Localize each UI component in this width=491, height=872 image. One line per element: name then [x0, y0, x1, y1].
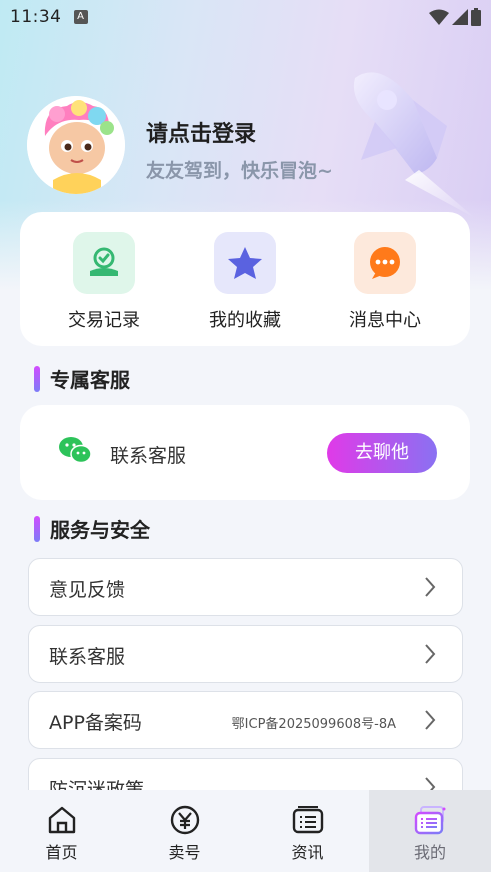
menu-row-label: 意见反馈: [49, 579, 126, 601]
wifi-icon: [429, 9, 449, 25]
sell-yuan-icon: [170, 805, 199, 835]
menu-row-contact-service[interactable]: 联系客服: [28, 625, 463, 683]
customer-service-card: 联系客服 去聊他: [20, 405, 470, 500]
quick-action-favorites[interactable]: 我的收藏: [190, 232, 300, 332]
quick-action-trade-records[interactable]: 交易记录: [49, 232, 159, 332]
wechat-icon: [59, 437, 92, 464]
quick-actions-card: 交易记录 我的收藏 消息中心: [20, 212, 470, 346]
section-exclusive-service: 专属客服: [34, 364, 130, 393]
tab-mine[interactable]: 我的: [369, 790, 491, 872]
tab-label: 我的: [413, 843, 446, 862]
section-title-text: 服务与安全: [50, 518, 150, 542]
login-prompt[interactable]: 请点击登录: [146, 116, 256, 148]
quick-action-label: 交易记录: [68, 310, 140, 331]
quick-action-label: 消息中心: [349, 310, 421, 331]
menu-row-label: APP备案码: [49, 712, 142, 734]
tab-home[interactable]: 首页: [0, 790, 123, 872]
section-service-security: 服务与安全: [34, 514, 150, 543]
status-time: 11:34: [10, 7, 62, 27]
quick-action-label: 我的收藏: [209, 310, 281, 331]
chevron-right-icon: [425, 644, 436, 664]
tab-label: 资讯: [291, 843, 324, 862]
battery-icon: [471, 8, 481, 26]
handshake-icon: [73, 232, 135, 294]
rocket-illustration: [353, 72, 475, 218]
login-subtitle: 友友驾到，快乐冒泡~: [146, 160, 333, 182]
profile-cards-icon: [414, 806, 446, 835]
chevron-right-icon: [425, 577, 436, 597]
news-icon: [292, 806, 323, 834]
notification-icon: A: [73, 10, 88, 24]
star-icon: [214, 232, 276, 294]
status-indicators: [429, 8, 481, 26]
chat-button[interactable]: 去聊他: [327, 433, 437, 473]
avatar[interactable]: [27, 96, 125, 194]
service-label: 联系客服: [110, 445, 187, 467]
signal-icon: [452, 9, 468, 25]
home-icon: [48, 806, 75, 834]
section-accent-bar: [34, 515, 40, 542]
tab-sell[interactable]: 卖号: [123, 790, 246, 872]
chat-bubble-icon: [354, 232, 416, 294]
tab-label: 首页: [45, 843, 78, 862]
section-title-text: 专属客服: [50, 368, 130, 392]
cartoon-avatar-icon: [27, 96, 125, 194]
tab-news[interactable]: 资讯: [246, 790, 369, 872]
menu-row-feedback[interactable]: 意见反馈: [28, 558, 463, 616]
chevron-right-icon: [425, 710, 436, 730]
menu-row-app-filing[interactable]: APP备案码 鄂ICP备2025099608号-8A: [28, 691, 463, 749]
quick-action-messages[interactable]: 消息中心: [330, 232, 440, 332]
bottom-tab-bar: 首页 卖号 资讯 我的: [0, 790, 491, 872]
menu-row-label: 联系客服: [49, 646, 126, 668]
menu-row-value: 鄂ICP备2025099608号-8A: [231, 717, 396, 732]
tab-label: 卖号: [168, 843, 201, 862]
section-accent-bar: [34, 365, 40, 392]
status-bar: 11:34 A: [0, 0, 491, 34]
